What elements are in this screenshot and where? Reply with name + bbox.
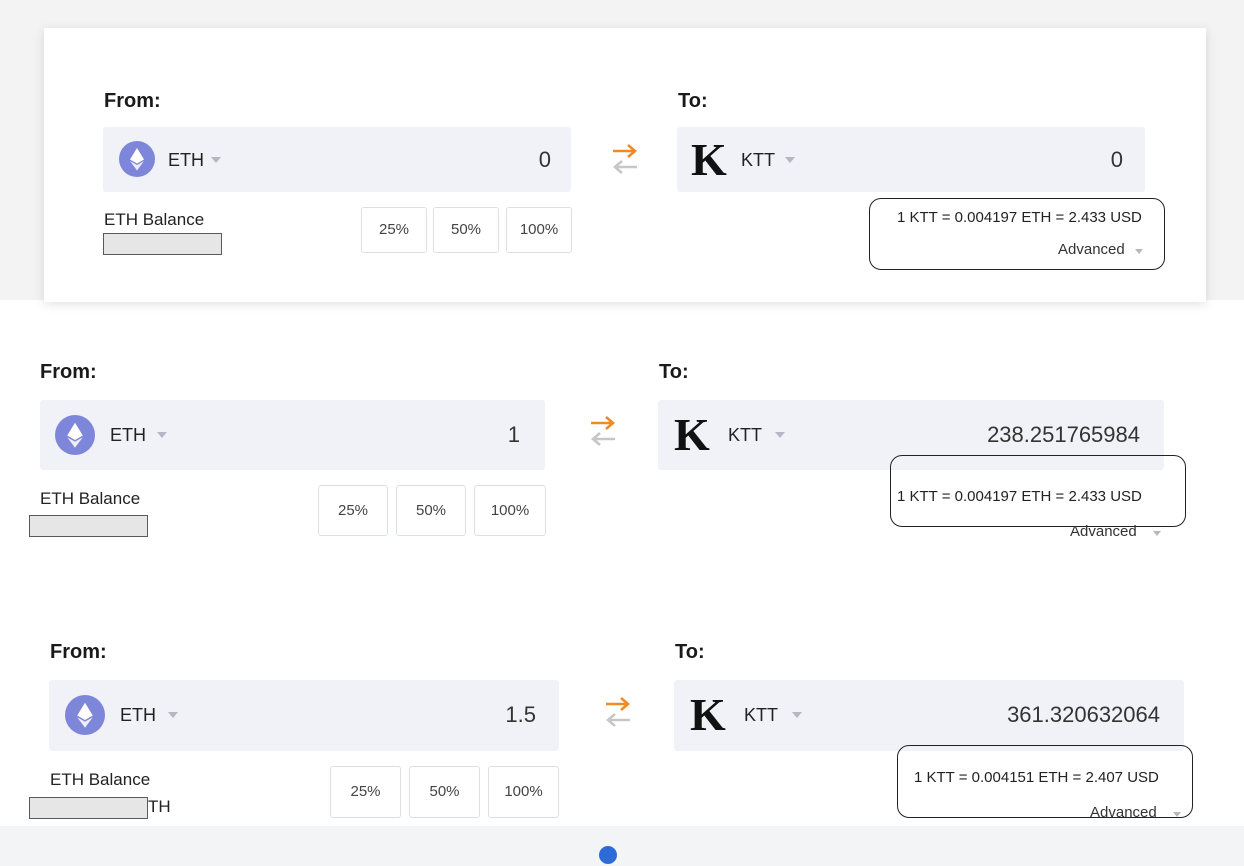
to-amount-value: 361.320632064 (1007, 702, 1160, 727)
redacted-balance (29, 797, 148, 819)
pct-25-button[interactable]: 25% (361, 207, 427, 253)
from-amount-field[interactable]: ETH 1.5 (49, 680, 559, 751)
exchange-rate: 1 KTT = 0.004197 ETH = 2.433 USD (897, 488, 1142, 505)
pct-25-button[interactable]: 25% (330, 766, 401, 818)
from-amount-field[interactable]: ETH 0 (103, 127, 571, 192)
from-label: From: (50, 641, 107, 663)
swap-arrows-icon[interactable] (588, 414, 618, 448)
chevron-down-icon[interactable] (775, 432, 785, 438)
to-amount-value: 238.251765984 (987, 422, 1140, 447)
balance-unit-fragment: TH (148, 797, 171, 816)
to-token-symbol[interactable]: KTT (741, 150, 775, 171)
to-token-symbol[interactable]: KTT (744, 705, 778, 726)
exchange-rate: 1 KTT = 0.004151 ETH = 2.407 USD (914, 769, 1159, 786)
from-token-symbol[interactable]: ETH (120, 705, 156, 726)
from-amount-value[interactable]: 1.5 (505, 702, 536, 728)
pct-100-button[interactable]: 100% (506, 207, 572, 253)
pct-50-button[interactable]: 50% (409, 766, 480, 818)
from-amount-field[interactable]: ETH 1 (40, 400, 545, 470)
to-amount-field[interactable]: K KTT 361.320632064 (674, 680, 1184, 751)
to-amount-value: 0 (1110, 147, 1123, 172)
advanced-toggle[interactable]: Advanced (1070, 523, 1137, 540)
advanced-toggle[interactable]: Advanced (1090, 804, 1157, 821)
scroll-indicator (599, 846, 617, 864)
chevron-down-icon[interactable] (157, 432, 167, 438)
chevron-down-icon[interactable] (1153, 531, 1161, 536)
eth-balance-label: ETH Balance (40, 489, 141, 508)
bottom-strip (0, 826, 1244, 866)
to-token-symbol[interactable]: KTT (728, 425, 762, 446)
to-amount-field[interactable]: K KTT 0 (677, 127, 1145, 192)
pct-100-button[interactable]: 100% (488, 766, 559, 818)
chevron-down-icon[interactable] (792, 712, 802, 718)
chevron-down-icon[interactable] (1135, 249, 1143, 254)
from-label: From: (104, 90, 161, 112)
exchange-rate: 1 KTT = 0.004197 ETH = 2.433 USD (897, 209, 1142, 226)
eth-balance-label: ETH Balance (104, 210, 205, 229)
ethereum-icon (65, 695, 105, 735)
redacted-balance (29, 515, 148, 537)
pct-50-button[interactable]: 50% (396, 485, 466, 536)
chevron-down-icon[interactable] (211, 157, 221, 163)
chevron-down-icon[interactable] (1173, 812, 1181, 817)
advanced-toggle[interactable]: Advanced (1058, 241, 1125, 258)
from-token-symbol[interactable]: ETH (110, 425, 146, 446)
pct-50-button[interactable]: 50% (433, 207, 499, 253)
to-label: To: (678, 90, 708, 112)
eth-balance-label: ETH Balance (50, 770, 151, 789)
redacted-balance (103, 233, 222, 255)
ktt-logo-icon: K (691, 134, 727, 185)
swap-arrows-icon[interactable] (603, 695, 633, 729)
to-label: To: (659, 361, 689, 383)
from-label: From: (40, 361, 97, 383)
chevron-down-icon[interactable] (168, 712, 178, 718)
pct-100-button[interactable]: 100% (474, 485, 546, 536)
ktt-logo-icon: K (674, 409, 710, 460)
pct-25-button[interactable]: 25% (318, 485, 388, 536)
from-amount-value[interactable]: 1 (508, 422, 520, 448)
ethereum-icon (119, 141, 155, 177)
from-token-symbol[interactable]: ETH (168, 150, 204, 171)
swap-arrows-icon[interactable] (610, 142, 640, 176)
from-amount-value[interactable]: 0 (539, 147, 551, 173)
chevron-down-icon[interactable] (785, 157, 795, 163)
to-label: To: (675, 641, 705, 663)
ktt-logo-icon: K (690, 689, 726, 740)
ethereum-icon (55, 415, 95, 455)
